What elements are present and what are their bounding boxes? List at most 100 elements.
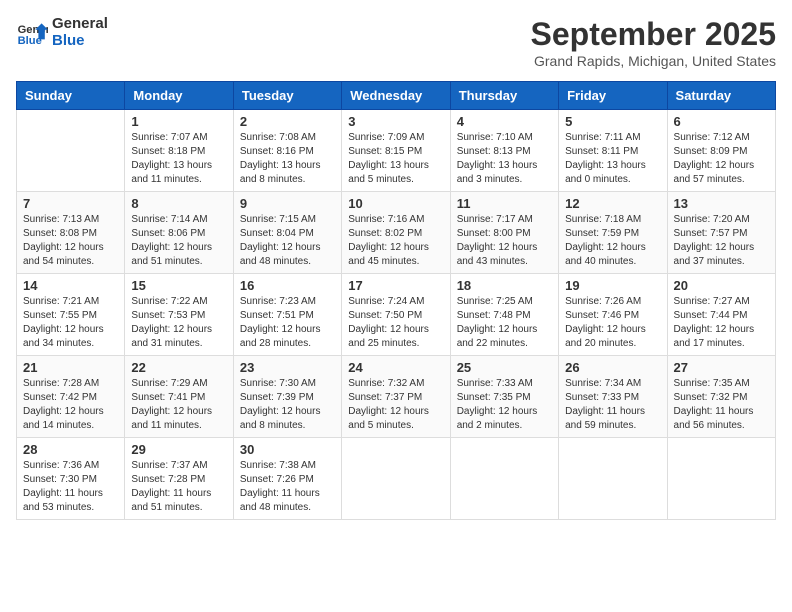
weekday-header: Thursday	[450, 82, 558, 110]
calendar-cell: 27 Sunrise: 7:35 AM Sunset: 7:32 PM Dayli…	[667, 356, 775, 438]
calendar-week-row: 14Sunrise: 7:21 AM Sunset: 7:55 PM Dayli…	[17, 274, 776, 356]
calendar-week-row: 28 Sunrise: 7:36 AM Sunset: 7:30 PM Dayli…	[17, 438, 776, 520]
day-info: Sunrise: 7:29 AM Sunset: 7:41 PM Dayligh…	[131, 377, 226, 433]
calendar-cell: 4Sunrise: 7:10 AM Sunset: 8:13 PM Daylig…	[450, 110, 558, 192]
calendar-cell: 17 Sunrise: 7:24 AM Sunset: 7:50 PM Dayli…	[342, 274, 450, 356]
calendar-cell	[559, 438, 667, 520]
page-header: General Blue General Blue September 2025…	[16, 16, 776, 69]
day-number: 3	[348, 114, 443, 129]
day-number: 10	[348, 196, 443, 211]
day-info: Sunrise: 7:32 AM Sunset: 7:37 PM Dayligh…	[348, 377, 443, 433]
day-number: 20	[674, 278, 769, 293]
location: Grand Rapids, Michigan, United States	[531, 53, 776, 69]
calendar-cell: 6 Sunrise: 7:12 AM Sunset: 8:09 PM Daylig…	[667, 110, 775, 192]
day-info: Sunrise: 7:11 AM Sunset: 8:11 PM Dayligh…	[565, 131, 660, 187]
calendar-cell: 14Sunrise: 7:21 AM Sunset: 7:55 PM Dayli…	[17, 274, 125, 356]
logo-icon: General Blue	[16, 17, 48, 49]
calendar-cell: 2 Sunrise: 7:08 AM Sunset: 8:16 PM Daylig…	[233, 110, 341, 192]
day-info: Sunrise: 7:24 AM Sunset: 7:50 PM Dayligh…	[348, 295, 443, 351]
day-number: 8	[131, 196, 226, 211]
calendar-cell: 5 Sunrise: 7:11 AM Sunset: 8:11 PM Daylig…	[559, 110, 667, 192]
logo-blue: Blue	[52, 33, 108, 50]
day-info: Sunrise: 7:12 AM Sunset: 8:09 PM Dayligh…	[674, 131, 769, 187]
calendar-week-row: 7Sunrise: 7:13 AM Sunset: 8:08 PM Daylig…	[17, 192, 776, 274]
weekday-header: Wednesday	[342, 82, 450, 110]
weekday-header: Sunday	[17, 82, 125, 110]
day-number: 21	[23, 360, 118, 375]
weekday-header: Monday	[125, 82, 233, 110]
day-number: 18	[457, 278, 552, 293]
weekday-header: Tuesday	[233, 82, 341, 110]
calendar-cell: 28 Sunrise: 7:36 AM Sunset: 7:30 PM Dayli…	[17, 438, 125, 520]
day-number: 30	[240, 442, 335, 457]
day-number: 22	[131, 360, 226, 375]
day-info: Sunrise: 7:16 AM Sunset: 8:02 PM Dayligh…	[348, 213, 443, 269]
day-number: 2	[240, 114, 335, 129]
calendar-cell: 11 Sunrise: 7:17 AM Sunset: 8:00 PM Dayli…	[450, 192, 558, 274]
day-info: Sunrise: 7:14 AM Sunset: 8:06 PM Dayligh…	[131, 213, 226, 269]
calendar-cell: 19 Sunrise: 7:26 AM Sunset: 7:46 PM Dayli…	[559, 274, 667, 356]
day-number: 27	[674, 360, 769, 375]
day-info: Sunrise: 7:22 AM Sunset: 7:53 PM Dayligh…	[131, 295, 226, 351]
day-info: Sunrise: 7:27 AM Sunset: 7:44 PM Dayligh…	[674, 295, 769, 351]
calendar-cell: 23 Sunrise: 7:30 AM Sunset: 7:39 PM Dayli…	[233, 356, 341, 438]
calendar-cell: 16Sunrise: 7:23 AM Sunset: 7:51 PM Dayli…	[233, 274, 341, 356]
calendar-cell	[342, 438, 450, 520]
calendar-cell: 25 Sunrise: 7:33 AM Sunset: 7:35 PM Dayli…	[450, 356, 558, 438]
svg-text:Blue: Blue	[18, 35, 42, 47]
day-number: 24	[348, 360, 443, 375]
day-number: 9	[240, 196, 335, 211]
day-info: Sunrise: 7:17 AM Sunset: 8:00 PM Dayligh…	[457, 213, 552, 269]
calendar-cell: 24 Sunrise: 7:32 AM Sunset: 7:37 PM Dayli…	[342, 356, 450, 438]
calendar-cell: 3 Sunrise: 7:09 AM Sunset: 8:15 PM Daylig…	[342, 110, 450, 192]
day-number: 28	[23, 442, 118, 457]
day-number: 15	[131, 278, 226, 293]
day-number: 1	[131, 114, 226, 129]
calendar-cell: 22 Sunrise: 7:29 AM Sunset: 7:41 PM Dayli…	[125, 356, 233, 438]
calendar-cell	[17, 110, 125, 192]
day-info: Sunrise: 7:13 AM Sunset: 8:08 PM Dayligh…	[23, 213, 118, 269]
day-number: 19	[565, 278, 660, 293]
day-info: Sunrise: 7:35 AM Sunset: 7:32 PM Dayligh…	[674, 377, 769, 433]
day-info: Sunrise: 7:26 AM Sunset: 7:46 PM Dayligh…	[565, 295, 660, 351]
day-info: Sunrise: 7:30 AM Sunset: 7:39 PM Dayligh…	[240, 377, 335, 433]
day-number: 25	[457, 360, 552, 375]
day-number: 17	[348, 278, 443, 293]
calendar-week-row: 1 Sunrise: 7:07 AM Sunset: 8:18 PM Daylig…	[17, 110, 776, 192]
day-number: 11	[457, 196, 552, 211]
day-number: 16	[240, 278, 335, 293]
day-info: Sunrise: 7:09 AM Sunset: 8:15 PM Dayligh…	[348, 131, 443, 187]
calendar-cell: 12 Sunrise: 7:18 AM Sunset: 7:59 PM Dayli…	[559, 192, 667, 274]
day-number: 4	[457, 114, 552, 129]
day-number: 14	[23, 278, 118, 293]
day-info: Sunrise: 7:07 AM Sunset: 8:18 PM Dayligh…	[131, 131, 226, 187]
day-info: Sunrise: 7:18 AM Sunset: 7:59 PM Dayligh…	[565, 213, 660, 269]
calendar-cell: 26 Sunrise: 7:34 AM Sunset: 7:33 PM Dayli…	[559, 356, 667, 438]
day-info: Sunrise: 7:28 AM Sunset: 7:42 PM Dayligh…	[23, 377, 118, 433]
month-title: September 2025	[531, 16, 776, 53]
calendar-cell	[667, 438, 775, 520]
title-block: September 2025 Grand Rapids, Michigan, U…	[531, 16, 776, 69]
calendar-cell: 10 Sunrise: 7:16 AM Sunset: 8:02 PM Dayli…	[342, 192, 450, 274]
day-info: Sunrise: 7:15 AM Sunset: 8:04 PM Dayligh…	[240, 213, 335, 269]
day-info: Sunrise: 7:38 AM Sunset: 7:26 PM Dayligh…	[240, 459, 335, 515]
logo: General Blue General Blue	[16, 16, 108, 49]
day-info: Sunrise: 7:25 AM Sunset: 7:48 PM Dayligh…	[457, 295, 552, 351]
day-number: 5	[565, 114, 660, 129]
calendar-cell: 9 Sunrise: 7:15 AM Sunset: 8:04 PM Daylig…	[233, 192, 341, 274]
calendar-cell: 15 Sunrise: 7:22 AM Sunset: 7:53 PM Dayli…	[125, 274, 233, 356]
day-number: 12	[565, 196, 660, 211]
day-info: Sunrise: 7:08 AM Sunset: 8:16 PM Dayligh…	[240, 131, 335, 187]
calendar-cell: 8 Sunrise: 7:14 AM Sunset: 8:06 PM Daylig…	[125, 192, 233, 274]
day-number: 23	[240, 360, 335, 375]
calendar-cell	[450, 438, 558, 520]
weekday-header: Friday	[559, 82, 667, 110]
day-number: 13	[674, 196, 769, 211]
day-number: 26	[565, 360, 660, 375]
day-info: Sunrise: 7:33 AM Sunset: 7:35 PM Dayligh…	[457, 377, 552, 433]
calendar-cell: 7Sunrise: 7:13 AM Sunset: 8:08 PM Daylig…	[17, 192, 125, 274]
day-number: 6	[674, 114, 769, 129]
day-info: Sunrise: 7:36 AM Sunset: 7:30 PM Dayligh…	[23, 459, 118, 515]
day-info: Sunrise: 7:34 AM Sunset: 7:33 PM Dayligh…	[565, 377, 660, 433]
calendar-week-row: 21 Sunrise: 7:28 AM Sunset: 7:42 PM Dayli…	[17, 356, 776, 438]
